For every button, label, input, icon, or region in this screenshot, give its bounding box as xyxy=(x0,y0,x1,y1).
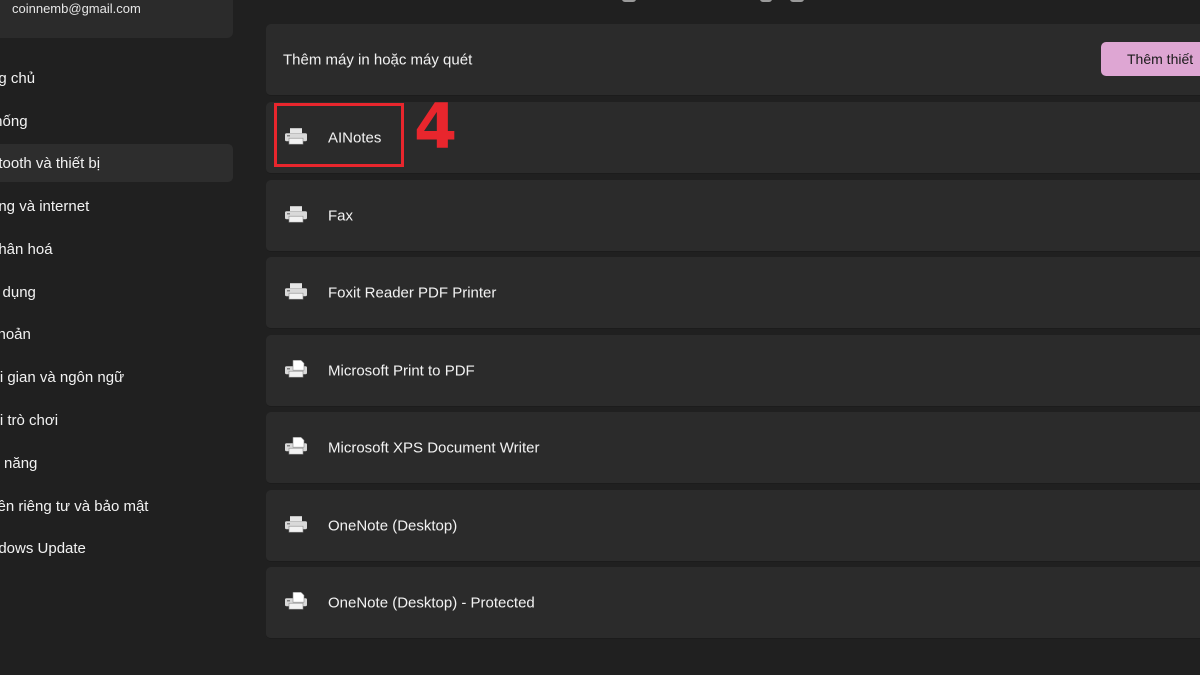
sidebar-item-system[interactable]: thống xyxy=(0,102,233,140)
printer-item-foxit-reader-pdf[interactable]: Foxit Reader PDF Printer xyxy=(266,257,1200,329)
account-card[interactable]: coinnemb@gmail.com xyxy=(0,0,233,38)
printer-document-icon xyxy=(285,359,307,378)
settings-window: coinnemb@gmail.com ng chủ thống etooth v… xyxy=(0,0,1200,675)
printer-item-onenote-protected[interactable]: OneNote (Desktop) - Protected xyxy=(266,567,1200,639)
sidebar-item-bluetooth-devices[interactable]: etooth và thiết bị xyxy=(0,144,233,182)
printer-item-microsoft-print-to-pdf[interactable]: Microsoft Print to PDF xyxy=(266,335,1200,407)
sidebar-item-personalization[interactable]: nhân hoá xyxy=(0,230,233,268)
add-printer-card: Thêm máy in hoặc máy quét Thêm thiết xyxy=(266,24,1200,96)
sidebar-item-label: ndows Update xyxy=(0,539,86,557)
account-email: coinnemb@gmail.com xyxy=(12,1,141,16)
sidebar-item-label: ơi trò chơi xyxy=(0,411,59,429)
printer-name: OneNote (Desktop) xyxy=(328,517,458,534)
sidebar-item-label: yền riêng tư và bảo mật xyxy=(0,497,149,515)
sidebar-item-home[interactable]: ng chủ xyxy=(0,59,233,97)
sidebar-item-accessibility[interactable]: ợ năng xyxy=(0,444,233,482)
printer-icon xyxy=(285,282,307,300)
printer-item-ainotes[interactable]: AINotes xyxy=(266,102,1200,174)
add-printer-label: Thêm máy in hoặc máy quét xyxy=(283,51,473,68)
printer-name: Foxit Reader PDF Printer xyxy=(328,284,497,301)
sidebar-item-apps[interactable]: g dụng xyxy=(0,273,233,311)
page-title-fragment xyxy=(622,0,636,2)
sidebar-item-label: g dụng xyxy=(0,283,36,301)
printer-item-fax[interactable]: Fax xyxy=(266,180,1200,252)
printer-icon xyxy=(285,205,307,222)
sidebar-item-label: khoản xyxy=(0,325,31,343)
printer-icon xyxy=(285,515,307,533)
sidebar: coinnemb@gmail.com ng chủ thống etooth v… xyxy=(0,0,245,675)
sidebar-item-label: ợ năng xyxy=(0,454,38,472)
sidebar-item-label: ời gian và ngôn ngữ xyxy=(0,368,125,386)
sidebar-item-label: ang và internet xyxy=(0,197,90,215)
sidebar-item-gaming[interactable]: ơi trò chơi xyxy=(0,401,233,439)
sidebar-item-label: thống xyxy=(0,112,28,130)
sidebar-item-label: nhân hoá xyxy=(0,240,53,258)
printer-document-icon xyxy=(285,591,307,610)
printer-name: Microsoft Print to PDF xyxy=(328,362,475,379)
printer-name: Microsoft XPS Document Writer xyxy=(328,439,540,456)
sidebar-item-label: ng chủ xyxy=(0,69,36,87)
printer-name: OneNote (Desktop) - Protected xyxy=(328,594,535,611)
printer-item-onenote-desktop[interactable]: OneNote (Desktop) xyxy=(266,490,1200,562)
sidebar-item-accounts[interactable]: khoản xyxy=(0,315,233,353)
printer-document-icon xyxy=(285,436,307,455)
printer-name: Fax xyxy=(328,207,354,224)
step-number: 4 xyxy=(414,90,458,163)
sidebar-item-windows-update[interactable]: ndows Update xyxy=(0,529,233,567)
page-title-fragment xyxy=(760,0,772,2)
add-device-button[interactable]: Thêm thiết xyxy=(1101,42,1200,76)
sidebar-item-label: etooth và thiết bị xyxy=(0,154,101,172)
sidebar-item-network-internet[interactable]: ang và internet xyxy=(0,187,233,225)
page-title-fragment xyxy=(790,0,804,2)
sidebar-item-privacy-security[interactable]: yền riêng tư và bảo mật xyxy=(0,487,233,525)
sidebar-item-time-language[interactable]: ời gian và ngôn ngữ xyxy=(0,358,233,396)
highlight-box xyxy=(274,103,404,167)
printer-item-microsoft-xps-writer[interactable]: Microsoft XPS Document Writer xyxy=(266,412,1200,484)
